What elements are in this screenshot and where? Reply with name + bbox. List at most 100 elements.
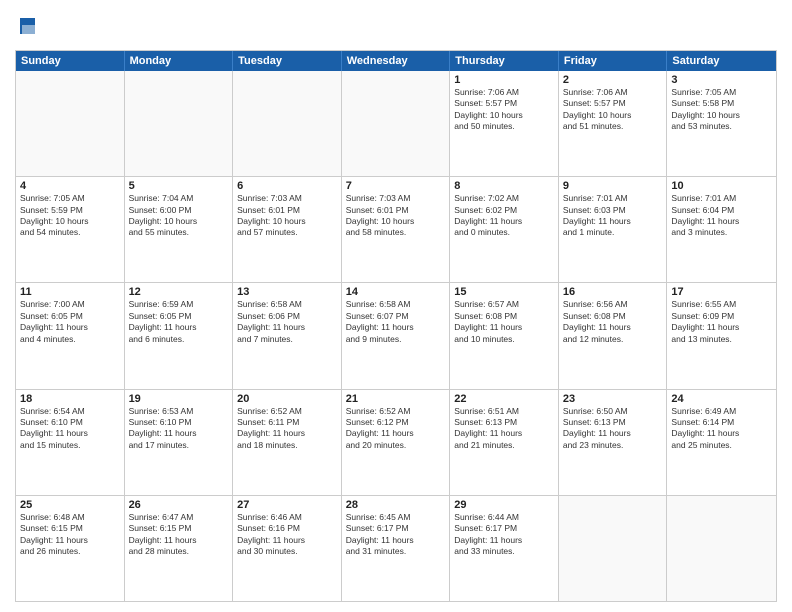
day-info-text: Sunrise: 6:52 AMSunset: 6:12 PMDaylight:… [346,406,446,452]
calendar-cell: 25Sunrise: 6:48 AMSunset: 6:15 PMDayligh… [16,496,125,601]
day-number: 15 [454,286,554,298]
calendar: SundayMondayTuesdayWednesdayThursdayFrid… [15,50,777,602]
calendar-cell: 15Sunrise: 6:57 AMSunset: 6:08 PMDayligh… [450,283,559,388]
logo-text [15,15,39,42]
day-info-text: Sunrise: 6:58 AMSunset: 6:07 PMDaylight:… [346,299,446,345]
calendar-cell: 14Sunrise: 6:58 AMSunset: 6:07 PMDayligh… [342,283,451,388]
calendar-cell: 8Sunrise: 7:02 AMSunset: 6:02 PMDaylight… [450,177,559,282]
calendar-cell: 29Sunrise: 6:44 AMSunset: 6:17 PMDayligh… [450,496,559,601]
day-number: 28 [346,499,446,511]
logo [15,15,39,42]
weekday-header: Tuesday [233,51,342,71]
day-info-text: Sunrise: 6:44 AMSunset: 6:17 PMDaylight:… [454,512,554,558]
day-number: 5 [129,180,229,192]
day-info-text: Sunrise: 6:52 AMSunset: 6:11 PMDaylight:… [237,406,337,452]
day-info-text: Sunrise: 6:49 AMSunset: 6:14 PMDaylight:… [671,406,772,452]
day-info-text: Sunrise: 7:00 AMSunset: 6:05 PMDaylight:… [20,299,120,345]
calendar-week-row: 4Sunrise: 7:05 AMSunset: 5:59 PMDaylight… [16,176,776,282]
header [15,15,777,42]
day-info-text: Sunrise: 7:03 AMSunset: 6:01 PMDaylight:… [237,193,337,239]
calendar-cell: 16Sunrise: 6:56 AMSunset: 6:08 PMDayligh… [559,283,668,388]
day-number: 16 [563,286,663,298]
calendar-cell [233,71,342,176]
calendar-cell: 23Sunrise: 6:50 AMSunset: 6:13 PMDayligh… [559,390,668,495]
calendar-header-row: SundayMondayTuesdayWednesdayThursdayFrid… [16,51,776,71]
day-info-text: Sunrise: 6:58 AMSunset: 6:06 PMDaylight:… [237,299,337,345]
weekday-header: Sunday [16,51,125,71]
day-info-text: Sunrise: 6:51 AMSunset: 6:13 PMDaylight:… [454,406,554,452]
day-info-text: Sunrise: 7:02 AMSunset: 6:02 PMDaylight:… [454,193,554,239]
day-number: 4 [20,180,120,192]
day-number: 21 [346,393,446,405]
calendar-cell: 19Sunrise: 6:53 AMSunset: 6:10 PMDayligh… [125,390,234,495]
calendar-cell: 28Sunrise: 6:45 AMSunset: 6:17 PMDayligh… [342,496,451,601]
day-number: 6 [237,180,337,192]
calendar-week-row: 18Sunrise: 6:54 AMSunset: 6:10 PMDayligh… [16,389,776,495]
calendar-cell [16,71,125,176]
calendar-cell: 2Sunrise: 7:06 AMSunset: 5:57 PMDaylight… [559,71,668,176]
day-info-text: Sunrise: 7:05 AMSunset: 5:58 PMDaylight:… [671,87,772,133]
calendar-cell: 10Sunrise: 7:01 AMSunset: 6:04 PMDayligh… [667,177,776,282]
day-info-text: Sunrise: 7:04 AMSunset: 6:00 PMDaylight:… [129,193,229,239]
calendar-cell: 13Sunrise: 6:58 AMSunset: 6:06 PMDayligh… [233,283,342,388]
calendar-body: 1Sunrise: 7:06 AMSunset: 5:57 PMDaylight… [16,71,776,601]
logo-flag-icon [17,15,39,37]
calendar-cell: 17Sunrise: 6:55 AMSunset: 6:09 PMDayligh… [667,283,776,388]
day-number: 17 [671,286,772,298]
day-number: 7 [346,180,446,192]
day-info-text: Sunrise: 7:01 AMSunset: 6:04 PMDaylight:… [671,193,772,239]
day-info-text: Sunrise: 6:53 AMSunset: 6:10 PMDaylight:… [129,406,229,452]
day-number: 26 [129,499,229,511]
calendar-cell: 6Sunrise: 7:03 AMSunset: 6:01 PMDaylight… [233,177,342,282]
page: SundayMondayTuesdayWednesdayThursdayFrid… [0,0,792,612]
calendar-cell: 26Sunrise: 6:47 AMSunset: 6:15 PMDayligh… [125,496,234,601]
weekday-header: Wednesday [342,51,451,71]
calendar-cell: 5Sunrise: 7:04 AMSunset: 6:00 PMDaylight… [125,177,234,282]
day-info-text: Sunrise: 7:05 AMSunset: 5:59 PMDaylight:… [20,193,120,239]
calendar-cell: 4Sunrise: 7:05 AMSunset: 5:59 PMDaylight… [16,177,125,282]
calendar-cell: 21Sunrise: 6:52 AMSunset: 6:12 PMDayligh… [342,390,451,495]
day-info-text: Sunrise: 6:55 AMSunset: 6:09 PMDaylight:… [671,299,772,345]
calendar-cell: 3Sunrise: 7:05 AMSunset: 5:58 PMDaylight… [667,71,776,176]
day-info-text: Sunrise: 7:03 AMSunset: 6:01 PMDaylight:… [346,193,446,239]
calendar-cell: 22Sunrise: 6:51 AMSunset: 6:13 PMDayligh… [450,390,559,495]
day-number: 9 [563,180,663,192]
calendar-cell: 18Sunrise: 6:54 AMSunset: 6:10 PMDayligh… [16,390,125,495]
day-number: 18 [20,393,120,405]
calendar-week-row: 11Sunrise: 7:00 AMSunset: 6:05 PMDayligh… [16,282,776,388]
weekday-header: Thursday [450,51,559,71]
day-number: 23 [563,393,663,405]
day-info-text: Sunrise: 6:54 AMSunset: 6:10 PMDaylight:… [20,406,120,452]
day-number: 8 [454,180,554,192]
day-number: 11 [20,286,120,298]
day-number: 13 [237,286,337,298]
day-info-text: Sunrise: 6:47 AMSunset: 6:15 PMDaylight:… [129,512,229,558]
calendar-cell: 9Sunrise: 7:01 AMSunset: 6:03 PMDaylight… [559,177,668,282]
calendar-cell: 12Sunrise: 6:59 AMSunset: 6:05 PMDayligh… [125,283,234,388]
day-number: 19 [129,393,229,405]
day-number: 20 [237,393,337,405]
day-info-text: Sunrise: 7:01 AMSunset: 6:03 PMDaylight:… [563,193,663,239]
day-number: 22 [454,393,554,405]
weekday-header: Friday [559,51,668,71]
day-number: 27 [237,499,337,511]
day-number: 12 [129,286,229,298]
calendar-cell: 20Sunrise: 6:52 AMSunset: 6:11 PMDayligh… [233,390,342,495]
calendar-cell: 7Sunrise: 7:03 AMSunset: 6:01 PMDaylight… [342,177,451,282]
day-info-text: Sunrise: 7:06 AMSunset: 5:57 PMDaylight:… [454,87,554,133]
day-info-text: Sunrise: 6:59 AMSunset: 6:05 PMDaylight:… [129,299,229,345]
weekday-header: Saturday [667,51,776,71]
day-info-text: Sunrise: 6:45 AMSunset: 6:17 PMDaylight:… [346,512,446,558]
calendar-cell [667,496,776,601]
calendar-cell [559,496,668,601]
day-number: 25 [20,499,120,511]
calendar-week-row: 1Sunrise: 7:06 AMSunset: 5:57 PMDaylight… [16,71,776,176]
calendar-cell [342,71,451,176]
day-info-text: Sunrise: 6:57 AMSunset: 6:08 PMDaylight:… [454,299,554,345]
day-info-text: Sunrise: 6:50 AMSunset: 6:13 PMDaylight:… [563,406,663,452]
calendar-cell: 24Sunrise: 6:49 AMSunset: 6:14 PMDayligh… [667,390,776,495]
calendar-cell [125,71,234,176]
day-info-text: Sunrise: 7:06 AMSunset: 5:57 PMDaylight:… [563,87,663,133]
day-number: 10 [671,180,772,192]
day-number: 2 [563,74,663,86]
